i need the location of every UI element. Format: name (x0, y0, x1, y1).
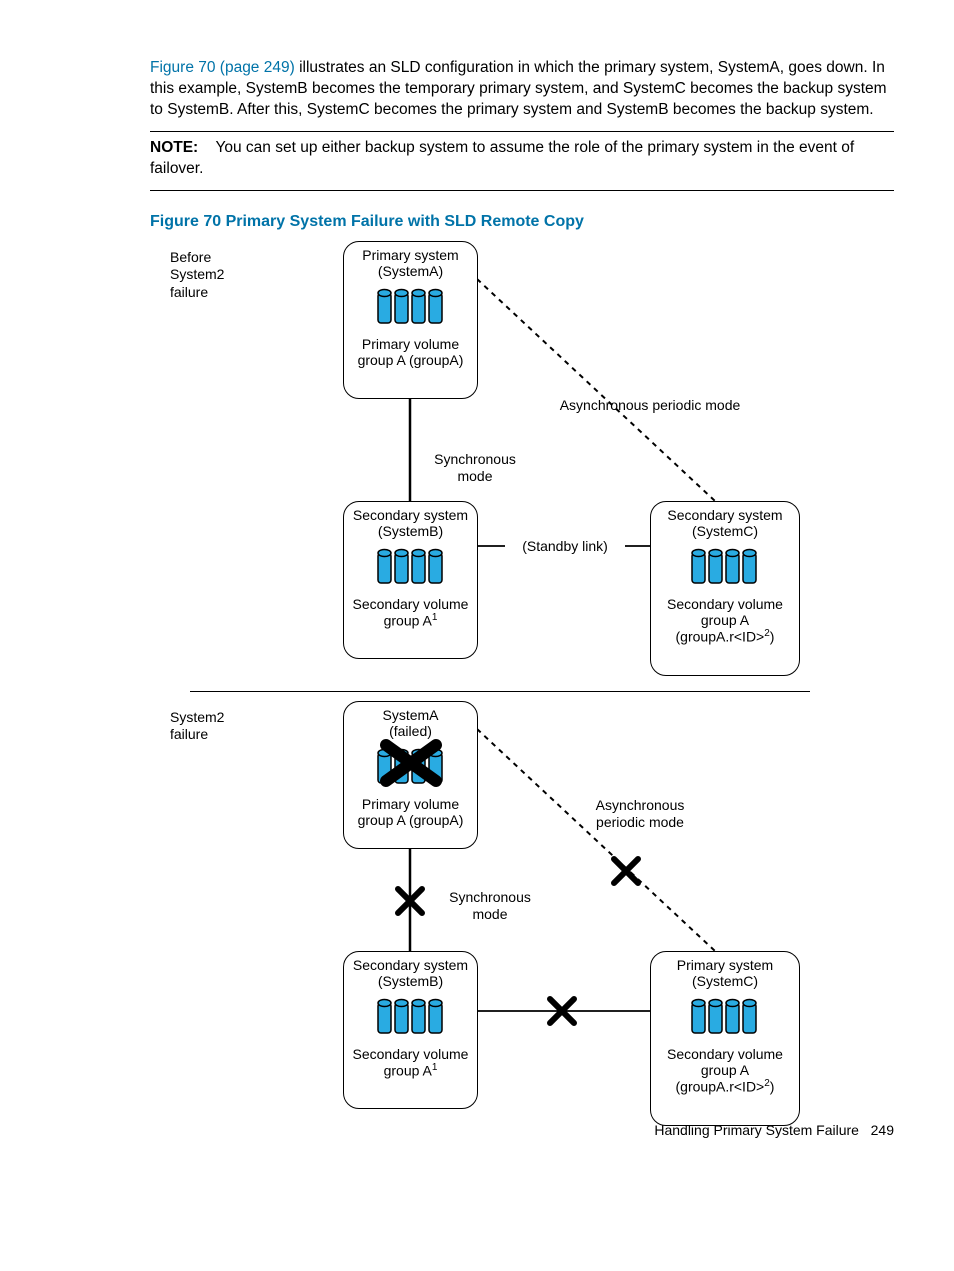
footer-page-number: 249 (871, 1122, 894, 1138)
async-mode-label-top: Asynchronous periodic mode (545, 397, 755, 415)
box-system-a-failed: SystemA(failed) Primary volumegroup (343, 701, 478, 849)
async-mode-label-bottom: Asynchronousperiodic mode (570, 797, 710, 832)
sys-a-failed-title: SystemA(failed) (344, 707, 477, 739)
figure-caption: Figure 70 Primary System Failure with SL… (150, 213, 894, 231)
box-primary-system-a: Primary system(SystemA) Primary volumegr… (343, 241, 478, 399)
note-text: You can set up either backup system to a… (150, 139, 854, 177)
sec-b-title-bottom: Secondary system(SystemB) (344, 957, 477, 989)
diagram-separator (190, 691, 810, 692)
disk-icon (376, 995, 446, 1041)
disk-icon (376, 285, 446, 331)
diagram: Before System2 failure Primary system(Sy… (150, 241, 840, 1121)
box-secondary-system-b-bottom: Secondary system(SystemB) Secondary volu… (343, 951, 478, 1109)
primary-a-vol: Primary volumegroup A (groupA) (344, 336, 477, 368)
failed-x-icon (376, 739, 446, 785)
note-paragraph: NOTE: You can set up either backup syste… (150, 138, 894, 180)
note-label: NOTE: (150, 139, 198, 156)
note-rule-bottom (150, 190, 894, 191)
footer-text: Handling Primary System Failure (654, 1122, 859, 1138)
disk-icon (690, 545, 760, 591)
disk-icon (376, 545, 446, 591)
after-failure-label: System2 failure (170, 709, 224, 744)
note-rule-top (150, 131, 894, 132)
disk-icon (690, 995, 760, 1041)
box-primary-system-c-bottom: Primary system(SystemC) Secondary volume… (650, 951, 800, 1126)
sec-c-title-top: Secondary system(SystemC) (651, 507, 799, 539)
sync-mode-label-top: Synchronousmode (415, 451, 535, 486)
primary-a-title: Primary system(SystemA) (344, 247, 477, 279)
sys-a-failed-vol: Primary volumegroup A (groupA) (344, 796, 477, 828)
sec-b-vol-top: Secondary volumegroup A1 (344, 596, 477, 629)
page-footer: Handling Primary System Failure 249 (654, 1122, 894, 1138)
pri-c-vol-bottom: Secondary volumegroup A(groupA.r<ID>2) (651, 1046, 799, 1095)
sec-c-vol-top: Secondary volumegroup A(groupA.r<ID>2) (651, 596, 799, 645)
figure-reference-link[interactable]: Figure 70 (page 249) (150, 59, 295, 76)
intro-paragraph: Figure 70 (page 249) illustrates an SLD … (150, 58, 894, 121)
standby-link-label-top: (Standby link) (505, 538, 625, 556)
sec-b-title-top: Secondary system(SystemB) (344, 507, 477, 539)
sec-b-vol-bottom: Secondary volumegroup A1 (344, 1046, 477, 1079)
box-secondary-system-c-top: Secondary system(SystemC) Secondary volu… (650, 501, 800, 676)
sync-mode-label-bottom: Synchronousmode (430, 889, 550, 924)
before-failure-label: Before System2 failure (170, 249, 224, 302)
box-secondary-system-b-top: Secondary system(SystemB) Secondary volu… (343, 501, 478, 659)
pri-c-title-bottom: Primary system(SystemC) (651, 957, 799, 989)
